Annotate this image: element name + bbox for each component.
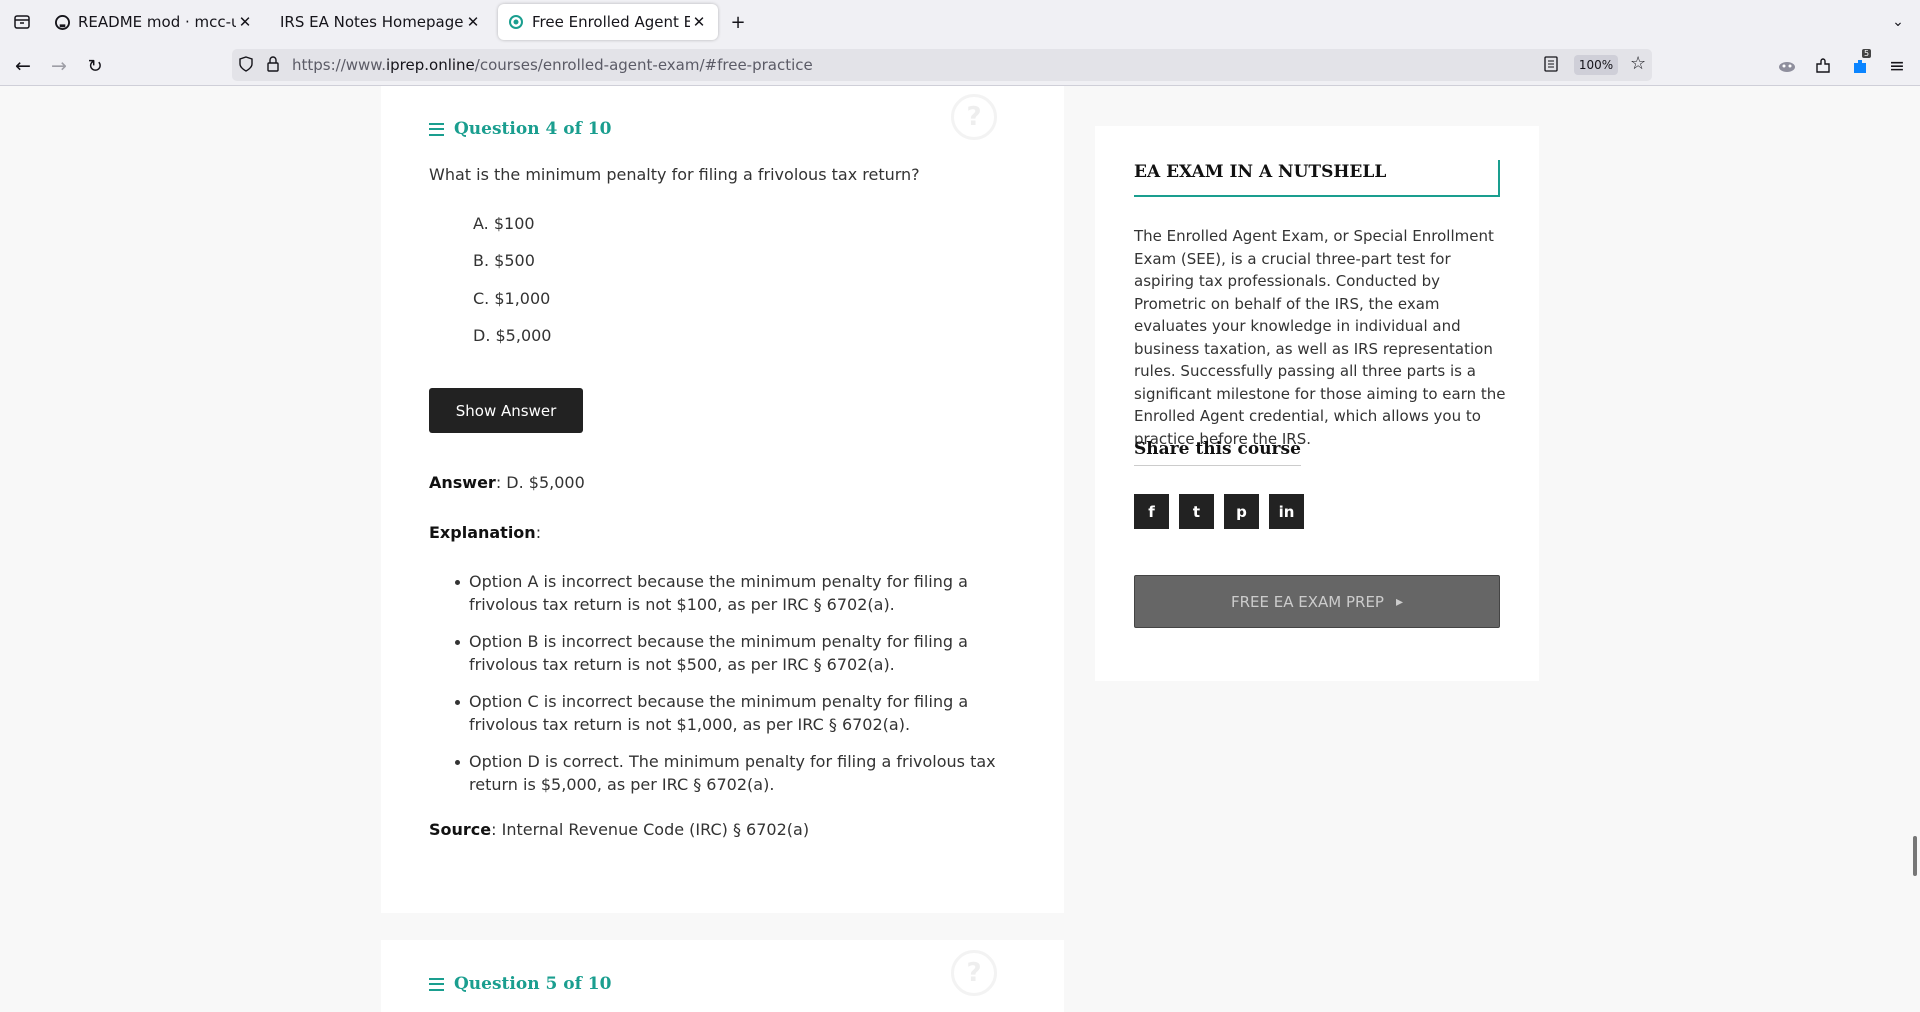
close-icon[interactable]: ✕ — [236, 13, 254, 31]
explanation-label: Explanation — [429, 523, 536, 542]
url-bar[interactable]: https://www.iprep.online/courses/enrolle… — [232, 49, 1652, 81]
linkedin-icon[interactable]: in — [1269, 494, 1304, 529]
tab-bar: README mod · mcc-us/i ✕ IRS EA Notes Hom… — [0, 0, 1920, 44]
explanation-item: Option B is incorrect because the minimu… — [455, 630, 1009, 676]
source-line: Source: Internal Revenue Code (IRC) § 67… — [429, 820, 809, 839]
sidebar-description: The Enrolled Agent Exam, or Special Enro… — [1134, 227, 1506, 448]
extension-icon[interactable] — [1772, 51, 1802, 81]
option-b[interactable]: B. $500 — [473, 251, 535, 270]
url-path: /courses/enrolled-agent-exam/#free-pract… — [474, 56, 813, 74]
twitter-icon[interactable]: t — [1179, 494, 1214, 529]
question-text: What is the minimum penalty for filing a… — [429, 165, 920, 184]
question-heading-text: Question 5 of 10 — [454, 974, 612, 994]
zoom-level[interactable]: 100% — [1574, 55, 1618, 75]
close-icon[interactable]: ✕ — [464, 13, 482, 31]
play-icon: ▸ — [1395, 593, 1404, 610]
show-answer-button[interactable]: Show Answer — [429, 388, 583, 433]
notification-extension-icon[interactable]: 5 — [1845, 49, 1875, 81]
browser-chrome: README mod · mcc-us/i ✕ IRS EA Notes Hom… — [0, 0, 1920, 86]
iprep-icon — [508, 14, 524, 30]
option-d[interactable]: D. $5,000 — [473, 326, 551, 345]
tab-list-icon[interactable] — [8, 8, 36, 36]
answer-label: Answer — [429, 473, 496, 492]
share-title: Share this course — [1134, 439, 1301, 466]
close-icon[interactable]: ✕ — [690, 13, 708, 31]
extensions-puzzle-icon[interactable] — [1808, 51, 1838, 81]
star-icon[interactable]: ☆ — [1630, 53, 1646, 74]
hamburger-icon — [429, 977, 444, 991]
question-mark-icon: ? — [951, 94, 997, 140]
menu-icon[interactable]: ≡ — [1882, 51, 1912, 81]
url-domain: iprep.online — [385, 56, 475, 74]
facebook-icon[interactable]: f — [1134, 494, 1169, 529]
question-mark-icon: ? — [951, 950, 997, 996]
nav-bar: ← → ↻ https://www.iprep.online/courses/e… — [0, 44, 1920, 86]
source-value: : Internal Revenue Code (IRC) § 6702(a) — [491, 820, 810, 839]
explanation-item: Option D is correct. The minimum penalty… — [455, 750, 1009, 796]
answer-value: : D. $5,000 — [495, 473, 585, 492]
chevron-down-icon[interactable]: ⌄ — [1884, 8, 1912, 36]
new-tab-icon[interactable]: + — [724, 8, 752, 36]
tab-label: IRS EA Notes Homepage · M — [280, 13, 464, 31]
sidebar-title: EA EXAM IN A NUTSHELL — [1134, 160, 1500, 197]
tab-irs-notes[interactable]: IRS EA Notes Homepage · M ✕ — [270, 4, 492, 40]
explanation-suffix: : — [535, 523, 542, 542]
question-card: ? Question 4 of 10 What is the minimum p… — [381, 86, 1064, 913]
github-icon — [54, 14, 70, 30]
reader-view-icon[interactable] — [1544, 56, 1558, 76]
tab-label: README mod · mcc-us/i — [78, 13, 236, 31]
tab-readme[interactable]: README mod · mcc-us/i ✕ — [44, 4, 264, 40]
shield-icon[interactable] — [239, 56, 253, 76]
question-heading: Question 4 of 10 — [429, 119, 611, 139]
question-heading-text: Question 4 of 10 — [454, 119, 612, 139]
answer-line: Answer: D. $5,000 — [429, 473, 585, 492]
url-prefix: https://www. — [292, 56, 386, 74]
option-c[interactable]: C. $1,000 — [473, 289, 550, 308]
question-heading: Question 5 of 10 — [429, 974, 611, 994]
scrollbar-thumb[interactable] — [1913, 836, 1917, 876]
question-card: ? Question 5 of 10 — [381, 940, 1064, 1012]
notification-badge: 5 — [1862, 49, 1872, 58]
tab-free-enrolled-agent[interactable]: Free Enrolled Agent Exan ✕ — [498, 4, 718, 40]
back-icon[interactable]: ← — [8, 51, 38, 81]
lock-icon[interactable] — [267, 56, 279, 76]
cta-label: FREE EA EXAM PREP — [1230, 592, 1384, 611]
option-a[interactable]: A. $100 — [473, 214, 535, 233]
explanation-heading: Explanation: — [429, 523, 541, 542]
explanation-item: Option A is incorrect because the minimu… — [455, 570, 1009, 616]
source-label: Source — [429, 820, 492, 839]
tab-label: Free Enrolled Agent Exan — [532, 13, 690, 31]
pinterest-icon[interactable]: p — [1224, 494, 1259, 529]
free-ea-exam-prep-button[interactable]: FREE EA EXAM PREP ▸ — [1134, 575, 1500, 628]
reload-icon[interactable]: ↻ — [80, 51, 110, 81]
forward-icon[interactable]: → — [44, 51, 74, 81]
explanation-item: Option C is incorrect because the minimu… — [455, 690, 1009, 736]
url-text[interactable]: https://www.iprep.online/courses/enrolle… — [292, 56, 813, 74]
sidebar-card: EA EXAM IN A NUTSHELL The Enrolled Agent… — [1095, 126, 1539, 681]
hamburger-icon — [429, 122, 444, 136]
page-content: ? Question 4 of 10 What is the minimum p… — [0, 86, 1920, 1012]
